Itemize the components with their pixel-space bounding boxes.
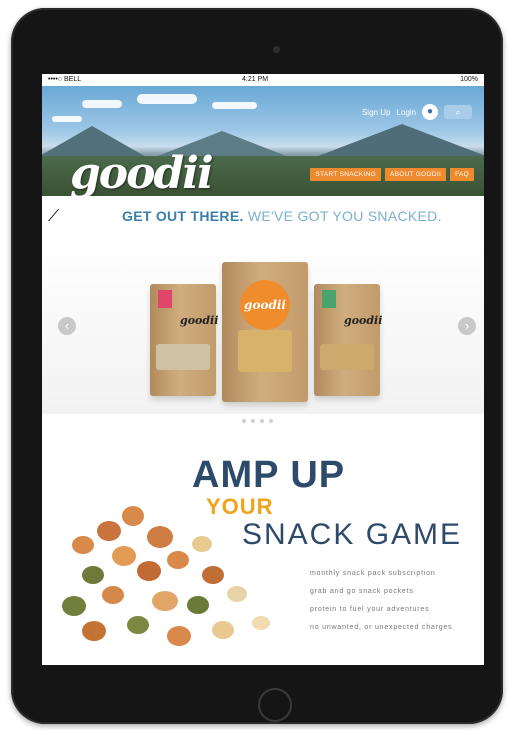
bag-brand: goodii [180,314,219,327]
bag-tag [322,290,336,308]
tablet-screen: ••••○ BELL 4:21 PM 100% goodii Sign Up L… [42,74,484,665]
login-link[interactable]: Login [396,108,416,117]
promo-subheading: YOUR [206,494,274,519]
tagline-strong: GET OUT THERE. [122,208,244,224]
clock: 4:21 PM [242,76,269,83]
carousel-indicators [242,419,273,423]
promo-heading: AMP UP [192,454,346,496]
bag-window [238,330,292,372]
nav-faq[interactable]: FAQ [450,168,474,181]
feature-item: no unwanted, or unexpected charges [310,624,453,631]
bag-window [156,344,210,370]
feature-item: grab and go snack pockets [310,588,414,595]
feature-item: protein to fuel your adventures [310,606,430,613]
bag-tag [158,290,172,308]
product-bag-left[interactable]: goodii [150,284,219,396]
carousel-next-icon[interactable]: › [458,317,476,335]
account-links: Sign Up Login ● ⌕ [362,104,472,120]
nav-about-goodii[interactable]: ABOUT GOODII [384,168,447,181]
battery-label: 100% [460,76,478,83]
nav-start-snacking[interactable]: START SNACKING [310,168,381,181]
camera-icon [273,46,280,53]
search-icon[interactable]: ⌕ [444,105,472,119]
product-carousel: ‹ › goodii goodii goodii [42,234,484,414]
hero-banner: goodii Sign Up Login ● ⌕ START SNACKING … [42,86,484,196]
signup-link[interactable]: Sign Up [362,108,390,117]
bag-brand: goodii [240,280,290,330]
home-button[interactable] [258,688,292,722]
carousel-dot[interactable] [269,419,273,423]
user-icon[interactable]: ● [422,104,438,120]
bag-window [320,344,374,370]
feature-item: monthly snack pack subscription [310,570,436,577]
hero-tagline: GET OUT THERE. WE'VE GOT YOU SNACKED. [122,208,442,224]
carousel-dot[interactable] [260,419,264,423]
product-bag-center[interactable]: goodii [222,262,308,402]
tagline-light: WE'VE GOT YOU SNACKED. [247,208,442,224]
bag-brand: goodii [344,314,383,327]
carousel-prev-icon[interactable]: ‹ [58,317,76,335]
main-nav: START SNACKING ABOUT GOODII FAQ [310,168,474,181]
status-bar: ••••○ BELL 4:21 PM 100% [42,74,484,86]
promo-title: SNACK GAME [242,518,463,551]
carousel-dot[interactable] [242,419,246,423]
carrier-label: ••••○ BELL [48,76,82,83]
goodii-logo[interactable]: goodii [70,148,214,196]
carousel-dot[interactable] [251,419,255,423]
brush-stroke: ⟋ [48,208,60,225]
product-bag-right[interactable]: goodii [314,284,383,396]
